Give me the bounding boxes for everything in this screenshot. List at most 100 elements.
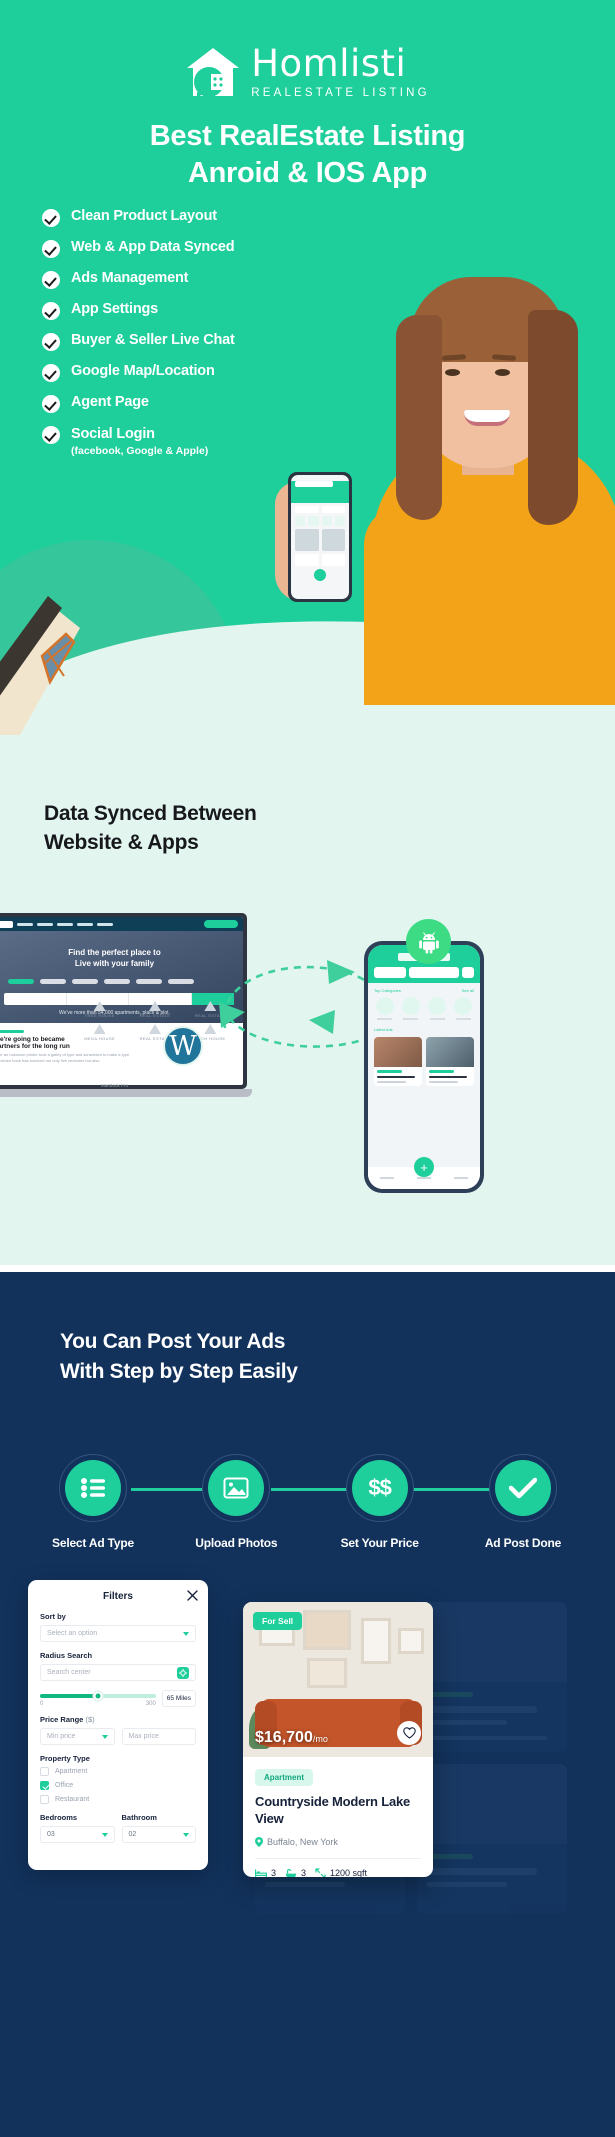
property-type-option-office[interactable]: Office xyxy=(40,1781,196,1790)
feature-label: Ads Management xyxy=(71,270,189,286)
list-icon xyxy=(65,1460,121,1516)
property-type-label: Property Type xyxy=(40,1754,90,1763)
add-property-button[interactable] xyxy=(204,920,238,928)
feature-item: Google Map/Location xyxy=(42,363,302,382)
feature-item: App Settings xyxy=(42,301,302,320)
option-label: Restaurant xyxy=(55,1796,90,1803)
radius-value-badge: 65 Miles xyxy=(161,1690,196,1707)
client-logo: MEGA HOUSE xyxy=(75,1024,124,1041)
filters-title: Filters xyxy=(102,1591,133,1602)
add-listing-fab[interactable]: + xyxy=(414,1157,434,1177)
check-icon xyxy=(42,364,60,382)
locate-icon[interactable] xyxy=(177,1666,189,1679)
bath-icon xyxy=(285,1868,297,1877)
brand-logo: Homlisti REALESTATE LISTING xyxy=(0,45,615,99)
dollar-icon: $$ xyxy=(351,1460,408,1516)
data-sync-section: Data Synced Between Website & Apps Find … xyxy=(0,735,615,1265)
logo-tagline: REALESTATE LISTING xyxy=(251,87,430,99)
checkbox-icon[interactable] xyxy=(40,1767,49,1776)
check-icon xyxy=(42,333,60,351)
bathroom-label: Bathroom xyxy=(121,1813,157,1822)
feature-label: App Settings xyxy=(71,301,159,317)
laptop-brand-label: MacBook Pro xyxy=(100,1083,128,1088)
feature-label: Agent Page xyxy=(71,394,149,410)
step-label: Select Ad Type xyxy=(52,1536,134,1550)
wordpress-icon: W xyxy=(163,1026,203,1066)
slider-handle[interactable] xyxy=(93,1691,103,1701)
property-type-option-apartment[interactable]: Apartment xyxy=(40,1767,196,1776)
sort-by-placeholder: Select an option xyxy=(47,1630,98,1637)
app-ad-card xyxy=(426,1037,474,1086)
option-label: Office xyxy=(55,1782,74,1789)
hero-person-photo xyxy=(330,255,615,705)
category-item xyxy=(427,997,448,1020)
app-category-list[interactable] xyxy=(374,997,474,1020)
phone-mockup: Top Categories See all Latest Ads + xyxy=(350,919,500,1235)
bathroom-value: 02 xyxy=(128,1831,137,1838)
heart-icon[interactable] xyxy=(397,1721,421,1745)
property-card[interactable]: For Sell $16,700/mo Apartment Countrysid… xyxy=(243,1602,433,1877)
bathroom-select[interactable]: 02 xyxy=(121,1826,196,1843)
app-ad-list[interactable] xyxy=(374,1037,474,1086)
checkbox-icon[interactable] xyxy=(40,1795,49,1804)
bedrooms-select[interactable]: 03 xyxy=(40,1826,115,1843)
feature-sublabel: (facebook, Google & Apple) xyxy=(71,445,209,457)
website-type-pills[interactable] xyxy=(8,979,194,984)
radius-min-label: 0 xyxy=(40,1700,44,1707)
house-logo-icon xyxy=(185,46,241,98)
category-item xyxy=(400,997,421,1020)
sort-by-select[interactable]: Select an option xyxy=(40,1625,196,1642)
ads-title: You Can Post Your Ads With Step by Step … xyxy=(60,1327,480,1387)
property-photo: For Sell $16,700/mo xyxy=(243,1602,433,1757)
map-pin-icon xyxy=(255,1836,263,1847)
radius-slider[interactable] xyxy=(40,1691,156,1701)
check-icon xyxy=(42,240,60,258)
chevron-down-icon xyxy=(101,1734,108,1739)
android-icon xyxy=(406,919,451,964)
sync-title-line-1: Data Synced Between xyxy=(44,802,257,825)
feature-item: Buyer & Seller Live Chat xyxy=(42,332,302,351)
category-item xyxy=(453,997,474,1020)
property-price: $16,700/mo xyxy=(255,1729,328,1747)
feature-item: Web & App Data Synced xyxy=(42,239,302,258)
image-icon xyxy=(208,1460,265,1516)
app-search-bar[interactable] xyxy=(374,967,474,978)
dollar-glyph: $$ xyxy=(368,1475,392,1500)
feature-label: Clean Product Layout xyxy=(71,208,217,224)
see-all-link[interactable]: See all xyxy=(462,988,474,993)
baths-meta: 3 xyxy=(285,1868,306,1877)
feature-list: Clean Product Layout Web & App Data Sync… xyxy=(42,208,302,459)
max-price-select[interactable]: Max price xyxy=(121,1728,196,1745)
step-ad-post-done[interactable]: Ad Post Done xyxy=(468,1454,578,1550)
client-logo: REAL ESTATE xyxy=(130,1001,179,1018)
sync-title: Data Synced Between Website & Apps xyxy=(44,800,374,858)
step-upload-photos[interactable]: Upload Photos xyxy=(181,1454,291,1550)
website-hero-line-1: Find the perfect place to xyxy=(68,948,161,957)
app-ad-card xyxy=(374,1037,422,1086)
check-icon xyxy=(494,1460,551,1516)
check-icon xyxy=(42,271,60,289)
feature-item: Agent Page xyxy=(42,394,302,413)
app-section-latest: Latest Ads xyxy=(374,1027,393,1032)
max-price-placeholder: Max price xyxy=(128,1733,159,1740)
hero-title-line-2: Anroid & IOS App xyxy=(188,156,427,189)
step-label: Upload Photos xyxy=(195,1536,278,1550)
min-price-placeholder: Min price xyxy=(47,1733,76,1740)
radius-search-label: Radius Search xyxy=(40,1651,93,1660)
check-icon xyxy=(42,209,60,227)
bed-icon xyxy=(255,1869,267,1877)
step-set-your-price[interactable]: $$ Set Your Price xyxy=(325,1454,435,1550)
property-type-option-restaurant[interactable]: Restaurant xyxy=(40,1795,196,1804)
category-item xyxy=(374,997,395,1020)
sync-title-line-2: Website & Apps xyxy=(44,830,199,854)
checkbox-icon-checked[interactable] xyxy=(40,1781,49,1790)
close-icon[interactable] xyxy=(187,1590,198,1601)
min-price-select[interactable]: Min price xyxy=(40,1728,115,1745)
logo-wordmark: Homlisti xyxy=(251,42,407,85)
step-select-ad-type[interactable]: Select Ad Type xyxy=(38,1454,148,1550)
location-text: Buffalo, New York xyxy=(267,1836,338,1847)
ads-title-line-1: You Can Post Your Ads xyxy=(60,1330,286,1353)
radius-search-input[interactable]: Search center xyxy=(40,1664,196,1681)
website-navbar xyxy=(0,917,243,931)
step-label: Set Your Price xyxy=(340,1536,419,1550)
